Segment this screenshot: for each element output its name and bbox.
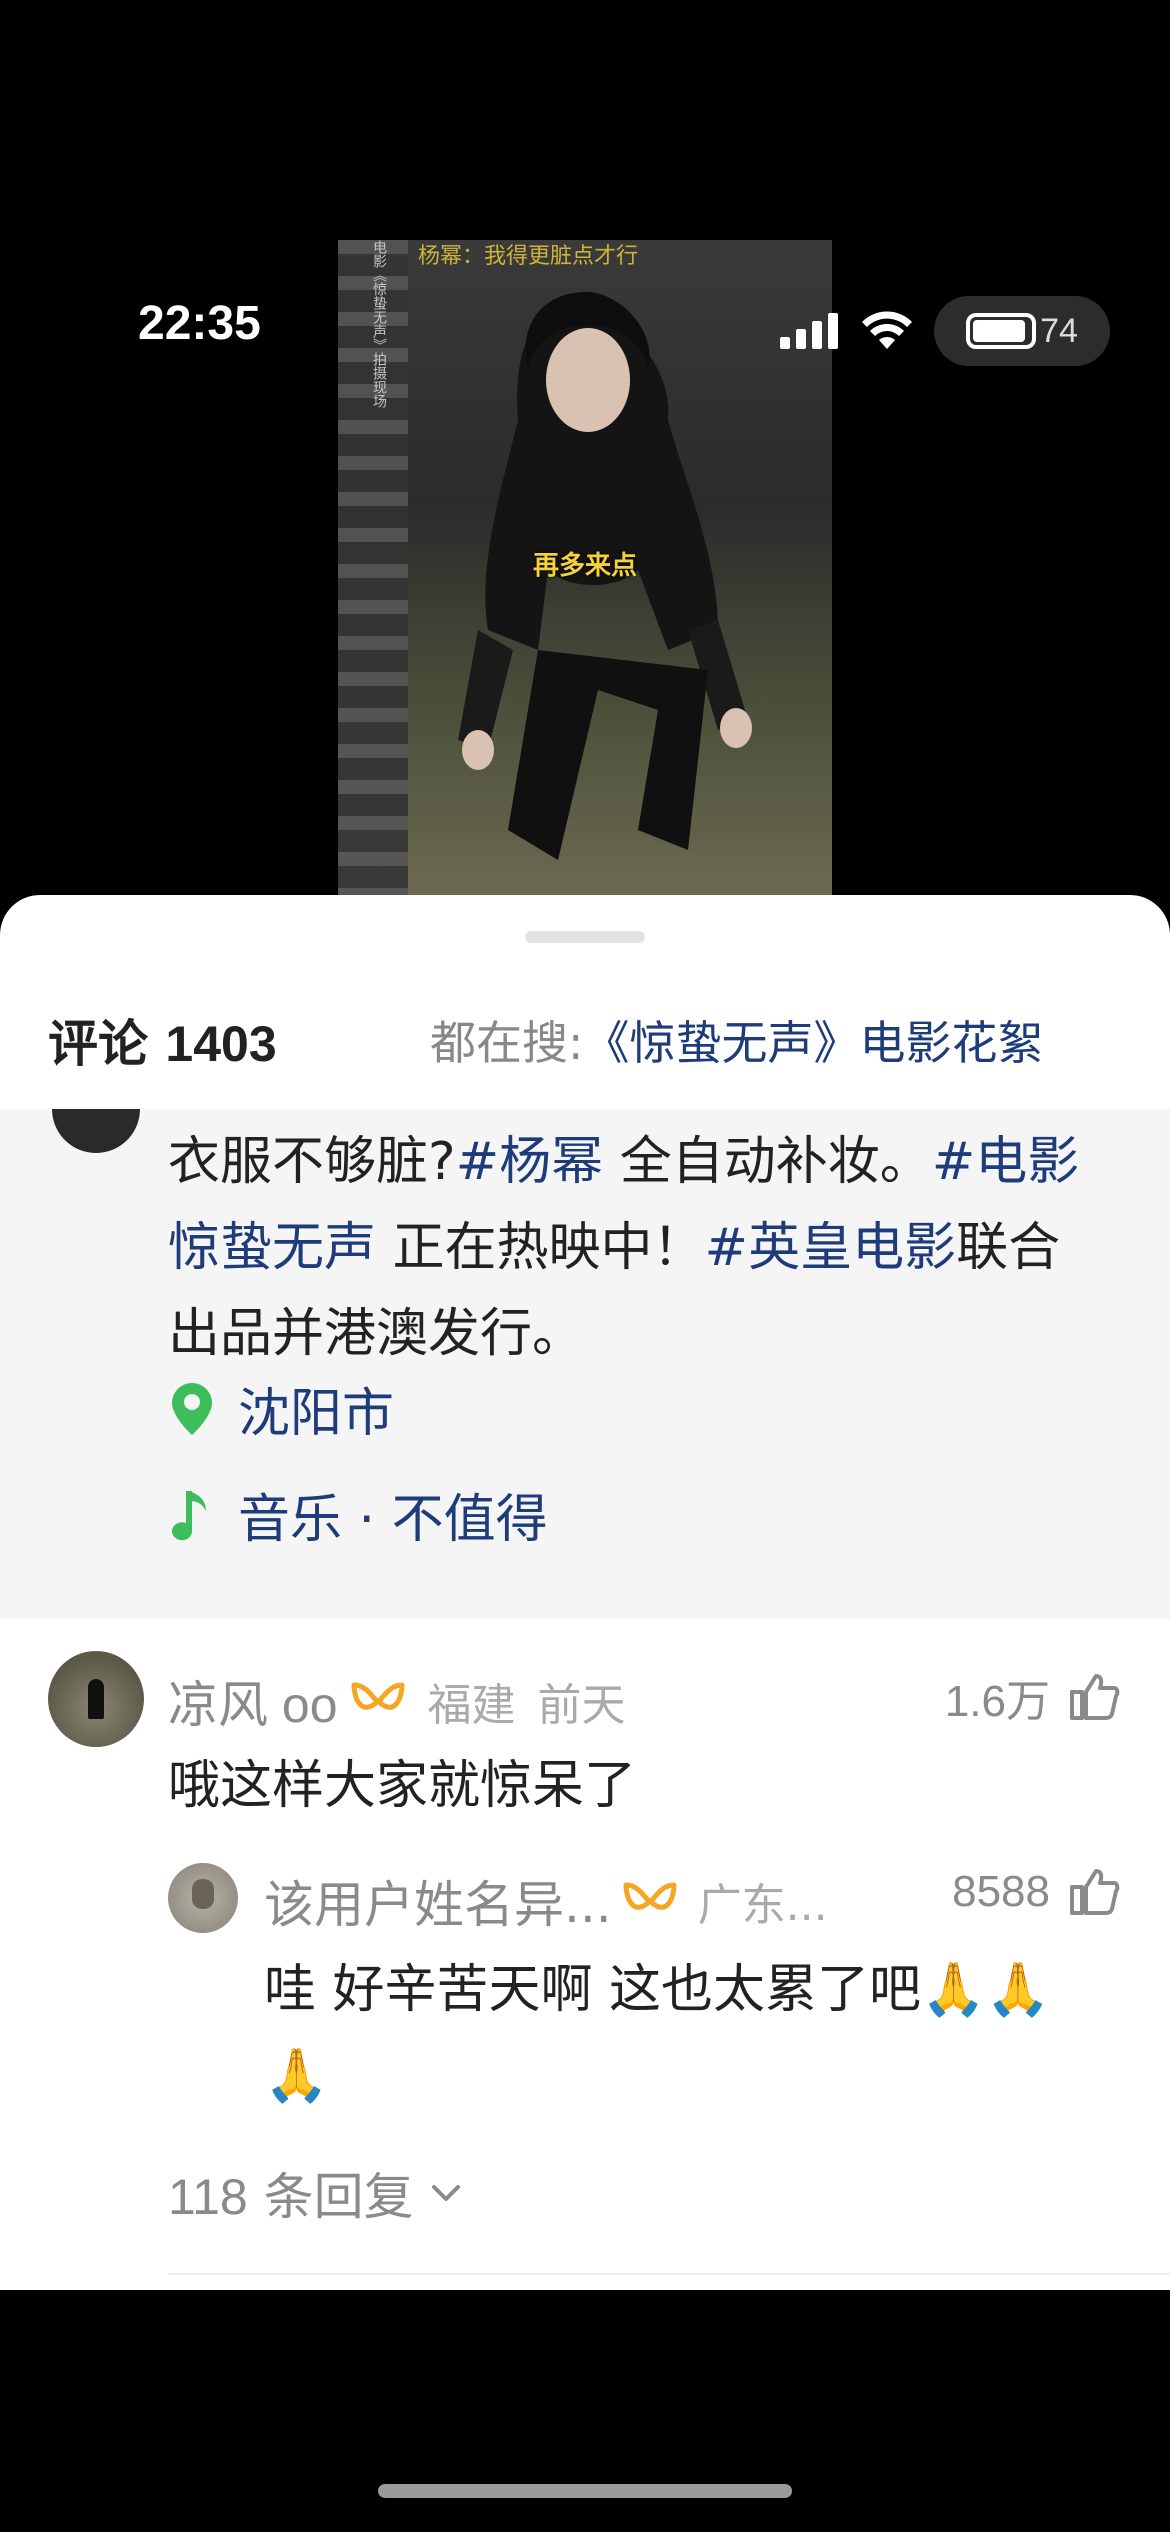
- commenter-name[interactable]: 凉风 oo: [168, 1665, 338, 1737]
- comment-text: 哦这样大家就惊呆了: [168, 1756, 637, 1816]
- commenter-avatar[interactable]: [48, 1651, 144, 1747]
- location-name: 沈阳市: [238, 1384, 395, 1444]
- reply-region: 广东...: [697, 1880, 828, 1931]
- status-time: 22:35: [138, 297, 261, 350]
- thumbs-up-icon: [1070, 1869, 1120, 1915]
- reply-count: 118: [168, 2169, 248, 2225]
- replier-avatar[interactable]: [168, 1863, 238, 1933]
- description-text-2: 全自动补妆。: [603, 1132, 932, 1192]
- search-suggestion-prefix: 都在搜:: [430, 1016, 584, 1070]
- video-top-subtitle: 杨幂：我得更脏点才行: [418, 244, 639, 269]
- battery-icon: [966, 313, 1037, 349]
- hashtag-yangmi[interactable]: #杨幂: [456, 1132, 604, 1192]
- comment-count-title: 评论 1403: [48, 1004, 277, 1076]
- author-avatar[interactable]: [52, 1109, 140, 1153]
- description-text-1: 衣服不够脏?: [168, 1132, 456, 1192]
- expand-replies-button[interactable]: 118 条回复: [168, 2157, 462, 2229]
- chevron-down-icon: [431, 2185, 460, 2201]
- comment-region: 福建: [427, 1680, 516, 1731]
- video-frame[interactable]: 杨幂：我得更脏点才行 电影《惊蛰无声》拍摄现场 再多来点: [338, 240, 832, 900]
- description-text-3: 正在热映中！: [376, 1218, 705, 1278]
- home-indicator[interactable]: [378, 2484, 792, 2498]
- video-description: 衣服不够脏?#杨幂 全自动补妆。#电影惊蛰无声 正在热映中！#英皇电影联合出品并…: [168, 1119, 1108, 1377]
- like-count: 1.6万: [944, 1677, 1050, 1726]
- signal-icon: [780, 313, 838, 349]
- comment-count-number: 1403: [165, 1016, 277, 1072]
- thumbs-up-icon: [1070, 1674, 1120, 1720]
- wifi-icon: [862, 311, 912, 349]
- video-description-panel: 衣服不够脏?#杨幂 全自动补妆。#电影惊蛰无声 正在热映中！#英皇电影联合出品并…: [0, 1109, 1170, 1619]
- music-title: 音乐 · 不值得: [238, 1490, 548, 1550]
- reply-like-button[interactable]: 8588: [952, 1867, 1120, 1917]
- comment-header: 凉风 oo 福建 前天: [168, 1665, 626, 1737]
- reply-text: 哇 好辛苦天啊 这也太累了吧🙏🙏🙏: [264, 1960, 1051, 2106]
- like-button[interactable]: 1.6万: [945, 1665, 1120, 1729]
- search-suggestion-link[interactable]: 都在搜:《惊蛰无声》电影花絮: [430, 1007, 1130, 1073]
- comment-sheet: 评论 1403 都在搜:《惊蛰无声》电影花絮 衣服不够脏?#杨幂 全自动补妆。#…: [0, 895, 1170, 2290]
- video-side-subtitle: 电影《惊蛰无声》拍摄现场: [371, 240, 387, 408]
- location-link[interactable]: 沈阳市: [172, 1371, 394, 1446]
- reply-count-label: 条回复: [263, 2168, 414, 2226]
- replier-name[interactable]: 该用户姓名异...: [264, 1865, 612, 1937]
- search-suggestion-query: 《惊蛰无声》电影花絮: [583, 1016, 1044, 1070]
- video-caption: 再多来点: [532, 551, 637, 581]
- music-note-icon: [172, 1490, 206, 1540]
- reply-header: 该用户姓名异... 广东...: [264, 1865, 828, 1937]
- music-link[interactable]: 音乐 · 不值得: [172, 1477, 548, 1552]
- comment-divider: [168, 2273, 1170, 2275]
- comment-count-label: 评论: [48, 1015, 148, 1073]
- battery-level: 74: [1040, 311, 1078, 350]
- sheet-drag-handle[interactable]: [525, 931, 645, 943]
- reply-like-count: 8588: [952, 1867, 1050, 1916]
- battery-indicator: 74: [934, 296, 1110, 366]
- status-icons: 74: [780, 296, 1110, 366]
- comment-time: 前天: [537, 1680, 626, 1731]
- fan-badge-icon: [351, 1682, 405, 1710]
- hashtag-emperor-film[interactable]: #英皇电影: [705, 1218, 957, 1278]
- sheet-header: 评论 1403 都在搜:《惊蛰无声》电影花絮: [0, 995, 1170, 1085]
- location-pin-icon: [172, 1382, 212, 1435]
- fan-badge-icon: [623, 1882, 677, 1910]
